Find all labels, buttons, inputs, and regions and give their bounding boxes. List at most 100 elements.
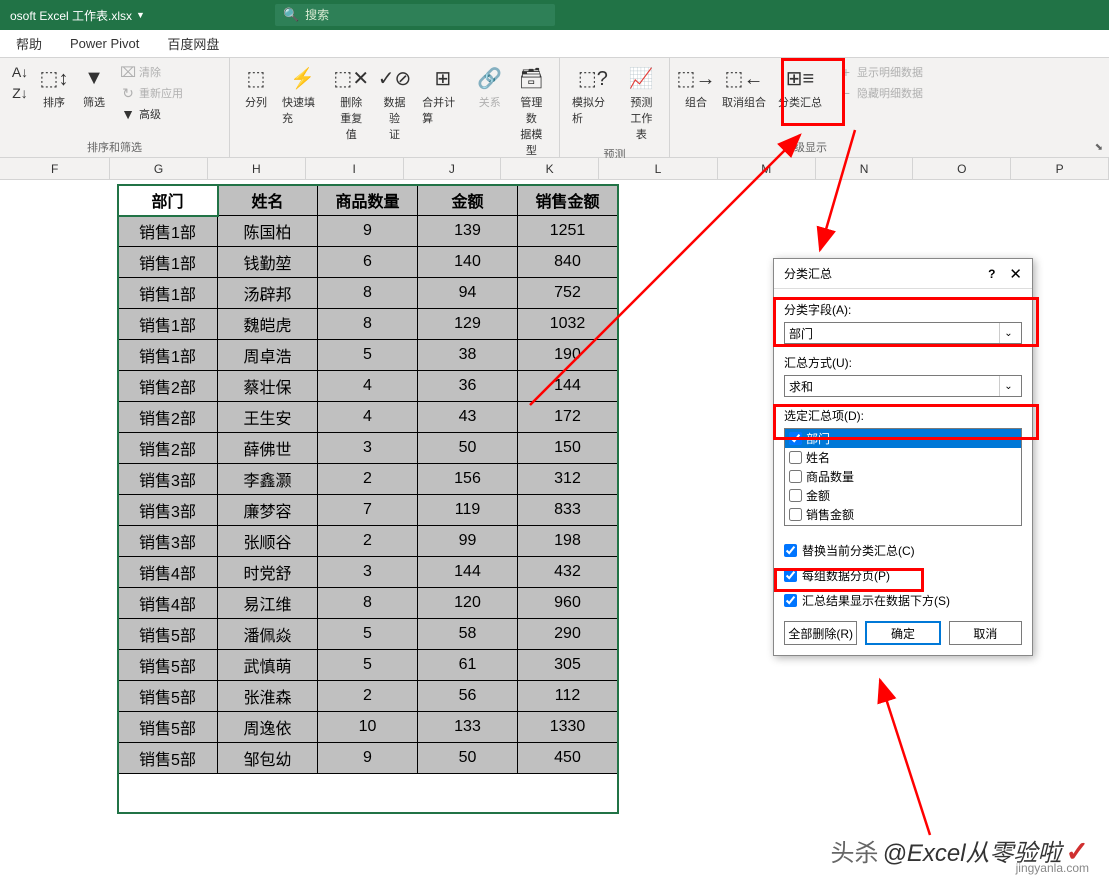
table-cell[interactable]: 销售5部: [118, 743, 218, 774]
table-cell[interactable]: 840: [518, 247, 618, 278]
table-row[interactable]: 销售5部张淮森256112: [118, 681, 618, 712]
whatif-button[interactable]: ⬚?模拟分析: [568, 62, 618, 128]
table-cell[interactable]: 魏皑虎: [218, 309, 318, 340]
table-cell[interactable]: 50: [418, 743, 518, 774]
table-cell[interactable]: 销售2部: [118, 433, 218, 464]
table-cell[interactable]: 36: [418, 371, 518, 402]
clear-button[interactable]: ⌧清除: [116, 62, 187, 82]
text-to-columns-button[interactable]: ⬚分列: [238, 62, 274, 112]
table-header[interactable]: 销售金额: [518, 185, 618, 216]
table-cell[interactable]: 8: [318, 309, 418, 340]
table-row[interactable]: 销售1部陈国柏91391251: [118, 216, 618, 247]
table-cell[interactable]: 5: [318, 650, 418, 681]
col-header[interactable]: K: [501, 158, 599, 179]
table-cell[interactable]: 薛佛世: [218, 433, 318, 464]
table-cell[interactable]: 94: [418, 278, 518, 309]
table-row[interactable]: 销售2部蔡壮保436144: [118, 371, 618, 402]
col-header[interactable]: L: [599, 158, 718, 179]
col-header[interactable]: M: [718, 158, 816, 179]
table-cell[interactable]: 10: [318, 712, 418, 743]
advanced-button[interactable]: ▼高级: [116, 104, 187, 124]
table-cell[interactable]: 3: [318, 557, 418, 588]
table-cell[interactable]: 432: [518, 557, 618, 588]
function-combo[interactable]: 求和 ⌄: [784, 375, 1022, 397]
table-cell[interactable]: 752: [518, 278, 618, 309]
table-cell[interactable]: 133: [418, 712, 518, 743]
table-cell[interactable]: 1330: [518, 712, 618, 743]
table-cell[interactable]: 李鑫灏: [218, 464, 318, 495]
dialog-launcher-icon[interactable]: ⬊: [1095, 142, 1103, 153]
table-cell[interactable]: 张顺谷: [218, 526, 318, 557]
table-cell[interactable]: 190: [518, 340, 618, 371]
data-validation-button[interactable]: ✓⊘数据验 证: [375, 62, 414, 144]
cancel-button[interactable]: 取消: [949, 621, 1022, 645]
col-header[interactable]: J: [404, 158, 502, 179]
sort-desc-button[interactable]: Z↓: [8, 83, 32, 103]
table-cell[interactable]: 150: [518, 433, 618, 464]
table-cell[interactable]: 112: [518, 681, 618, 712]
table-row[interactable]: 销售3部廉梦容7119833: [118, 495, 618, 526]
manage-model-button[interactable]: 🗃管理数 据模型: [512, 62, 551, 160]
item-checkbox[interactable]: [789, 508, 802, 521]
table-cell[interactable]: 1032: [518, 309, 618, 340]
table-cell[interactable]: 7: [318, 495, 418, 526]
replace-check-input[interactable]: [784, 544, 797, 557]
table-cell[interactable]: 销售3部: [118, 464, 218, 495]
table-row[interactable]: 销售1部钱勤堃6140840: [118, 247, 618, 278]
table-cell[interactable]: 8: [318, 588, 418, 619]
table-cell[interactable]: 销售1部: [118, 247, 218, 278]
table-cell[interactable]: 蔡壮保: [218, 371, 318, 402]
table-cell[interactable]: 4: [318, 371, 418, 402]
table-cell[interactable]: 钱勤堃: [218, 247, 318, 278]
col-header[interactable]: F: [0, 158, 110, 179]
item-checkbox[interactable]: [789, 489, 802, 502]
table-row[interactable]: 销售2部薛佛世350150: [118, 433, 618, 464]
table-cell[interactable]: 2: [318, 526, 418, 557]
table-row[interactable]: 销售5部潘佩焱558290: [118, 619, 618, 650]
table-cell[interactable]: 销售3部: [118, 526, 218, 557]
table-cell[interactable]: 销售5部: [118, 619, 218, 650]
table-cell[interactable]: 易江维: [218, 588, 318, 619]
table-row[interactable]: 销售4部时党舒3144432: [118, 557, 618, 588]
item-checkbox[interactable]: [789, 470, 802, 483]
table-cell[interactable]: 销售5部: [118, 712, 218, 743]
col-header[interactable]: N: [816, 158, 914, 179]
table-cell[interactable]: 833: [518, 495, 618, 526]
table-cell[interactable]: 144: [518, 371, 618, 402]
table-cell[interactable]: 销售2部: [118, 371, 218, 402]
table-cell[interactable]: 王生安: [218, 402, 318, 433]
table-cell[interactable]: 140: [418, 247, 518, 278]
table-cell[interactable]: 144: [418, 557, 518, 588]
table-cell[interactable]: 销售4部: [118, 557, 218, 588]
table-row[interactable]: 销售5部周逸依101331330: [118, 712, 618, 743]
col-header[interactable]: H: [208, 158, 306, 179]
table-cell[interactable]: 43: [418, 402, 518, 433]
table-cell[interactable]: 销售5部: [118, 681, 218, 712]
sort-button[interactable]: ⬚↕排序: [36, 62, 72, 112]
table-cell[interactable]: 38: [418, 340, 518, 371]
reapply-button[interactable]: ↻重新应用: [116, 83, 187, 103]
search-box[interactable]: 🔍: [275, 4, 555, 26]
table-cell[interactable]: 销售2部: [118, 402, 218, 433]
table-cell[interactable]: 120: [418, 588, 518, 619]
pagebreak-checkbox[interactable]: 每组数据分页(P): [784, 567, 1022, 584]
table-cell[interactable]: 汤辟邦: [218, 278, 318, 309]
table-cell[interactable]: 312: [518, 464, 618, 495]
table-cell[interactable]: 172: [518, 402, 618, 433]
close-icon[interactable]: ✕: [1009, 265, 1022, 283]
table-cell[interactable]: 潘佩焱: [218, 619, 318, 650]
consolidate-button[interactable]: ⊞合并计算: [418, 62, 468, 128]
tab-powerpivot[interactable]: Power Pivot: [70, 36, 139, 51]
table-cell[interactable]: 2: [318, 681, 418, 712]
table-cell[interactable]: 3: [318, 433, 418, 464]
table-cell[interactable]: 6: [318, 247, 418, 278]
table-cell[interactable]: 290: [518, 619, 618, 650]
table-cell[interactable]: 198: [518, 526, 618, 557]
tab-baidu[interactable]: 百度网盘: [167, 34, 219, 53]
relationships-button[interactable]: 🔗关系: [472, 62, 508, 112]
remove-all-button[interactable]: 全部删除(R): [784, 621, 857, 645]
table-cell[interactable]: 119: [418, 495, 518, 526]
listbox-item[interactable]: 金额: [785, 486, 1021, 505]
table-cell[interactable]: 销售1部: [118, 216, 218, 247]
table-row[interactable]: 销售1部周卓浩538190: [118, 340, 618, 371]
